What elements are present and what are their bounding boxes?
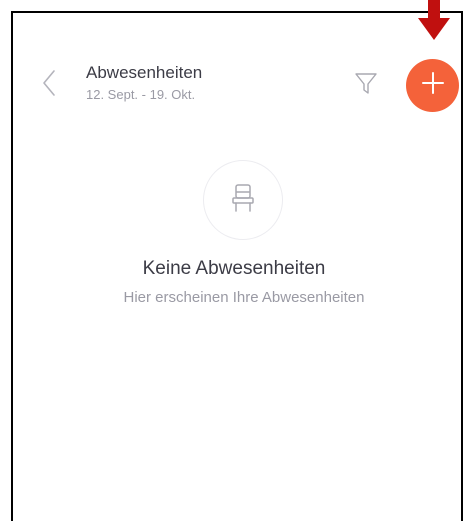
empty-state-subtitle: Hier erscheinen Ihre Abwesenheiten <box>123 289 365 306</box>
date-range: 12. Sept. - 19. Okt. <box>86 87 196 102</box>
plus-icon <box>421 71 445 100</box>
empty-state-icon-circle <box>203 160 283 240</box>
back-button[interactable] <box>38 68 60 102</box>
chair-icon <box>230 183 256 218</box>
empty-state-title: Keine Abwesenheiten <box>142 258 326 279</box>
filter-icon <box>354 71 378 100</box>
arrow-down-icon <box>418 0 450 42</box>
page-title: Abwesenheiten <box>86 63 203 82</box>
header-title-block: Abwesenheiten 12. Sept. - 19. Okt. <box>86 62 202 104</box>
chevron-left-icon <box>42 69 56 102</box>
add-button[interactable] <box>406 59 459 112</box>
filter-button[interactable] <box>353 72 379 98</box>
